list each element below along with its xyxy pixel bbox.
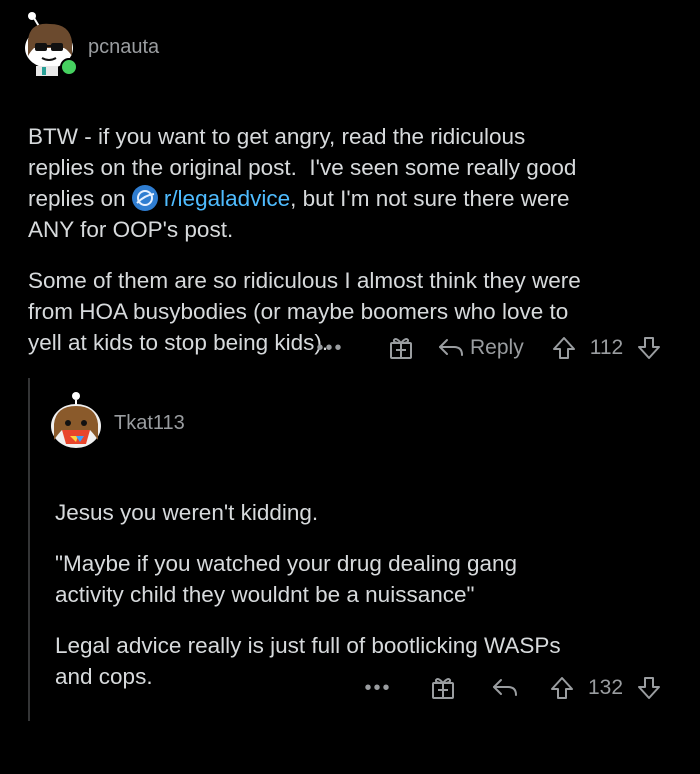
award-button[interactable] — [420, 675, 466, 701]
upvote-button[interactable] — [550, 676, 574, 700]
award-icon — [390, 338, 412, 359]
downvote-icon — [638, 337, 661, 359]
reply-button[interactable] — [492, 677, 518, 699]
award-button[interactable] — [378, 335, 424, 361]
downvote-button[interactable] — [637, 676, 661, 700]
reply-icon — [439, 339, 463, 356]
reply-button[interactable]: Reply — [438, 336, 524, 360]
comment-paragraph: BTW - if you want to get angry, read the… — [28, 124, 577, 242]
vote-score: 112 — [589, 336, 624, 359]
comment-body: Jesus you weren't kidding. "Maybe if you … — [55, 466, 695, 774]
subreddit-icon — [131, 185, 158, 211]
comment-paragraph: "Maybe if you watched your drug dealing … — [55, 551, 518, 607]
comment-actions: ••• 132 — [352, 670, 661, 706]
comment-actions: ••• Reply 112 — [300, 330, 661, 366]
award-icon — [432, 678, 454, 699]
upvote-icon — [551, 677, 573, 699]
downvote-button[interactable] — [637, 336, 661, 360]
upvote-icon — [552, 337, 575, 359]
comment-paragraph: Jesus you weren't kidding. — [55, 500, 319, 525]
vote-score: 132 — [588, 676, 624, 699]
comment-author[interactable]: pcnauta — [88, 36, 159, 59]
more-options-button[interactable]: ••• — [352, 678, 404, 698]
more-options-button[interactable]: ••• — [300, 338, 360, 358]
downvote-icon — [638, 677, 661, 699]
comment-pcnauta: pcnauta BTW - if you want to get angry, … — [0, 0, 700, 370]
reply-icon — [493, 679, 517, 696]
subreddit-link[interactable]: r/legaladvice — [131, 185, 290, 211]
online-indicator-icon — [60, 58, 78, 76]
upvote-button[interactable] — [552, 336, 576, 360]
comment-author[interactable]: Tkat113 — [114, 412, 185, 435]
reply-label: Reply — [470, 336, 524, 359]
avatar-tkat113-icon[interactable] — [48, 390, 104, 452]
comment-tkat113: Tkat113 Jesus you weren't kidding. "Maybe… — [0, 370, 700, 721]
